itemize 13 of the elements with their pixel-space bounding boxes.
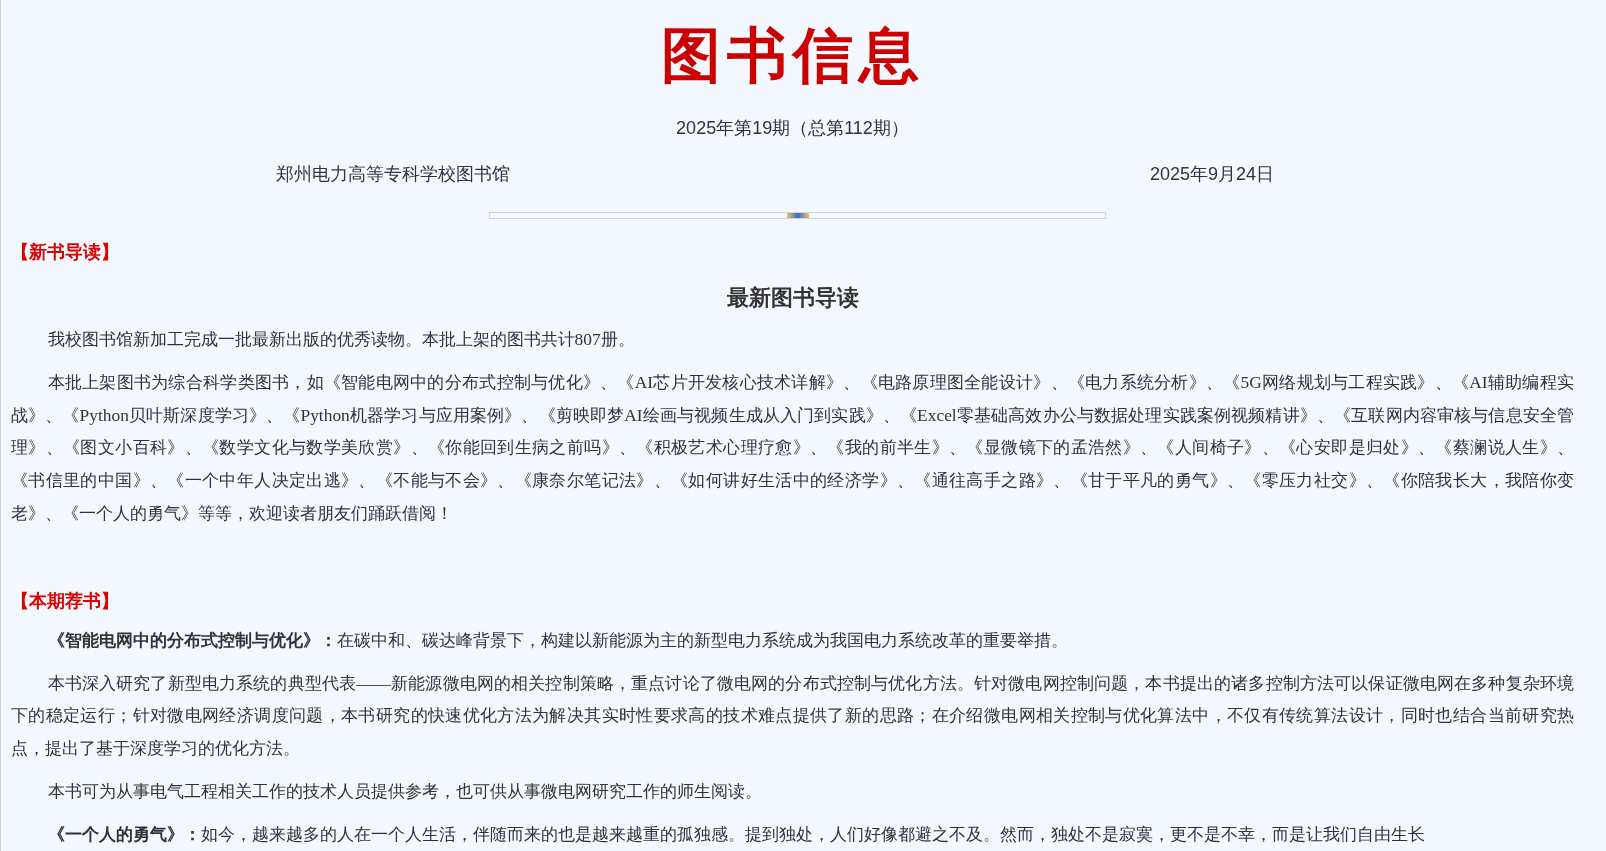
page-title: 图书信息	[659, 22, 926, 91]
publish-date: 2025年9月24日	[1149, 163, 1274, 186]
section-subtitle: 最新图书导读	[725, 284, 860, 312]
paragraph: 我校图书馆新加工完成一批最新出版的优秀读物。本批上架的图书共计807册。	[46, 328, 636, 351]
publisher-name: 郑州电力高等专科学校图书馆	[276, 163, 510, 186]
issue-number: 2025年第19期（总第112期）	[675, 117, 910, 140]
paragraph: 《一个人的勇气》：如今，越来越多的人在一个人生活，伴随而来的也是越来越重的孤独感。提到独处，人们好像都避之不及。然而，独处不是寂寞，更不是不幸，而是让我们自由生长	[46, 822, 1426, 846]
section-heading: 【新书导读】	[11, 241, 120, 264]
section-heading: 【本期荐书】	[11, 589, 120, 613]
paragraph: 《智能电网中的分布式控制与优化》：在碳中和、碳达峰背景下，构建以新能源为主的新型电力系统成为我国电力系统改革的重要举措。	[46, 628, 1069, 652]
paragraph: 本书可为从事电气工程相关工作的技术人员提供参考，也可供从事微电网研究工作的师生阅读。	[46, 779, 763, 803]
paragraph: 本书深入研究了新型电力系统的典型代表——新能源微电网的相关控制策略，重点讨论了微电网的分布式控制与优化方法。针对微电网控制问题，本书提出的诸多控制方法可以保证微电网在多种复杂环境下的稳定运行；针对微电网经济调度问题，本书研究的快速优化方法为解决其实时性要求高的技术难点提供了新的思路；在介绍微电网相关控制与优化算法中，不仅有传统算法设计，同时也结合当前研究热点，提出了基于深度学习的优化方法。	[11, 671, 1574, 761]
paragraph: 本批上架图书为综合科学类图书，如《智能电网中的分布式控制与优化》、《AI芯片开发核心技术详解》、《电路原理图全能设计》、《电力系统分析》、《5G网络规划与工程实践》、《AI辅助编程实战》、《Python贝叶斯深度学习》、《Python机器学习与应用案例》、《剪映即梦AI绘画与视频生成从入门到实践》、《Excel零基础高效办公与数据处理实践案例视频精讲》、《互联网内容审核与信息安全管理》、《图文小百科》、《数学文化与数学美欣赏》、《你能回到生病之前吗》、《积极艺术心理疗愈》、《我的前半生》、《显微镜下的孟浩然》、《人间椅子》、《心安即是归处》、《蔡澜说人生》、《书信里的中国》、《一个中年人决定出逃》、《不能与不会》、《康奈尔笔记法》、《如何讲好生活中的经济学》、《通往高手之路》、《甘于平凡的勇气》、《零压力社交》、《你陪我长大，我陪你变老》、《一个人的勇气》等等，欢迎读者朋友们踊跃借阅！	[11, 370, 1574, 525]
